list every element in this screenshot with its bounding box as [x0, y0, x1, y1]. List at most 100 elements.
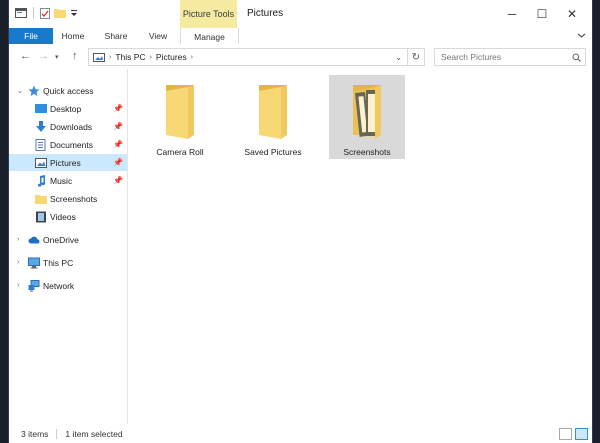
nav-label: Desktop: [50, 103, 82, 114]
breadcrumb-separator-icon[interactable]: ›: [150, 54, 152, 61]
pin-icon[interactable]: 📌: [113, 176, 123, 185]
item-count: 3 items: [21, 428, 49, 439]
nav-label: This PC: [43, 257, 74, 268]
pin-icon[interactable]: 📌: [113, 104, 123, 113]
pin-icon[interactable]: 📌: [113, 140, 123, 149]
nav-item-music[interactable]: Music 📌: [9, 172, 127, 189]
tab-manage[interactable]: Manage: [180, 28, 239, 45]
pin-icon[interactable]: 📌: [113, 158, 123, 167]
folder-item-camera-roll[interactable]: Camera Roll: [142, 75, 218, 159]
computer-icon: [28, 257, 40, 268]
arrow-left-icon: ←: [20, 50, 31, 62]
nav-label: Quick access: [43, 85, 94, 96]
title-bar: Picture Tools Pictures ─ ☐ ✕: [9, 0, 592, 28]
nav-label: Documents: [50, 139, 93, 150]
network-icon: [28, 279, 40, 291]
address-row: ← → ▾ ↑ › This PC › Pictures › ⌄ ↻: [9, 44, 592, 69]
nav-label: Pictures: [50, 157, 81, 168]
folder-icon: [35, 194, 47, 204]
window-title: Pictures: [247, 8, 284, 19]
contextual-tab-picture-tools: Picture Tools: [180, 0, 237, 28]
arrow-up-icon: ↑: [72, 50, 78, 62]
ribbon-tabs: File Home Share View Manage: [9, 28, 592, 45]
nav-label: OneDrive: [43, 234, 79, 245]
pin-icon[interactable]: 📌: [113, 122, 123, 131]
folder-with-content-icon: [353, 85, 381, 139]
nav-item-pictures[interactable]: Pictures 📌: [9, 154, 127, 171]
download-icon: [36, 120, 46, 132]
search-box[interactable]: [434, 48, 586, 66]
nav-item-desktop[interactable]: Desktop 📌: [9, 100, 127, 117]
nav-item-screenshots[interactable]: Screenshots: [9, 190, 127, 207]
properties-icon[interactable]: [40, 7, 50, 19]
nav-item-videos[interactable]: Videos: [9, 208, 127, 225]
nav-item-onedrive[interactable]: › OneDrive: [9, 231, 127, 248]
folder-icon: [166, 85, 194, 139]
expand-ribbon-icon[interactable]: [577, 32, 586, 39]
view-toggle: [559, 428, 588, 440]
close-icon: ✕: [566, 7, 578, 21]
back-button[interactable]: ←: [20, 50, 31, 62]
nav-item-network[interactable]: › Network: [9, 277, 127, 294]
tab-home[interactable]: Home: [53, 28, 93, 44]
breadcrumb-this-pc[interactable]: This PC: [115, 52, 145, 62]
desktop-icon: [35, 103, 47, 113]
item-label: Screenshots: [343, 147, 391, 157]
nav-item-quick-access[interactable]: ⌄ Quick access: [9, 82, 127, 99]
chevron-right-icon[interactable]: ›: [17, 259, 19, 266]
breadcrumb-pictures[interactable]: Pictures: [156, 52, 187, 62]
chevron-right-icon[interactable]: ›: [17, 236, 19, 243]
search-input[interactable]: [439, 51, 563, 63]
videos-icon: [36, 211, 46, 222]
status-divider: [56, 428, 58, 439]
selection-count: 1 item selected: [65, 428, 123, 439]
breadcrumb-separator-icon[interactable]: ›: [191, 54, 193, 61]
folder-item-saved-pictures[interactable]: Saved Pictures: [235, 75, 311, 159]
file-list: Camera Roll Saved Pictures Screenshots: [128, 69, 592, 424]
quick-access-toolbar: [15, 7, 78, 19]
nav-label: Network: [43, 280, 75, 291]
star-icon: [28, 85, 40, 96]
refresh-button[interactable]: ↻: [407, 49, 424, 65]
recent-locations-button[interactable]: ▾: [55, 53, 59, 61]
large-icons-view-icon[interactable]: [575, 428, 588, 440]
tab-view[interactable]: View: [138, 28, 178, 44]
new-folder-icon[interactable]: [54, 8, 66, 18]
nav-item-this-pc[interactable]: › This PC: [9, 254, 127, 271]
item-label: Camera Roll: [156, 147, 204, 157]
details-view-icon[interactable]: [559, 428, 572, 440]
pictures-location-icon: [93, 52, 105, 62]
explorer-window-icon[interactable]: [15, 8, 27, 18]
forward-button[interactable]: →: [38, 50, 49, 62]
folder-icon: [259, 85, 287, 139]
folder-item-screenshots[interactable]: Screenshots: [329, 75, 405, 159]
breadcrumb-separator-icon[interactable]: ›: [109, 54, 111, 61]
up-button[interactable]: ↑: [72, 50, 78, 62]
nav-item-documents[interactable]: Documents 📌: [9, 136, 127, 153]
cloud-icon: [28, 236, 40, 243]
search-icon: [572, 53, 581, 62]
pictures-icon: [35, 157, 47, 168]
address-bar[interactable]: › This PC › Pictures › ⌄ ↻: [88, 48, 425, 66]
minimize-icon: ─: [507, 7, 517, 21]
music-icon: [37, 174, 46, 187]
close-button[interactable]: ✕: [552, 0, 592, 28]
documents-icon: [35, 138, 46, 151]
item-label: Saved Pictures: [244, 147, 302, 157]
address-dropdown-icon[interactable]: ⌄: [395, 53, 402, 62]
customize-qat-icon[interactable]: [70, 9, 78, 17]
nav-item-downloads[interactable]: Downloads 📌: [9, 118, 127, 135]
refresh-icon: ↻: [411, 51, 421, 63]
nav-label: Music: [50, 175, 73, 186]
nav-label: Downloads: [50, 121, 93, 132]
arrow-right-icon: →: [38, 50, 49, 62]
tab-file[interactable]: File: [9, 28, 53, 44]
chevron-right-icon[interactable]: ›: [17, 282, 19, 289]
chevron-down-icon: ▾: [55, 54, 59, 61]
status-bar: 3 items 1 item selected: [9, 424, 592, 443]
chevron-down-icon[interactable]: ⌄: [17, 87, 23, 95]
tab-share[interactable]: Share: [96, 28, 136, 44]
file-explorer-window: Picture Tools Pictures ─ ☐ ✕ File Home S…: [9, 0, 592, 443]
nav-label: Videos: [50, 211, 76, 222]
nav-label: Screenshots: [50, 193, 98, 204]
